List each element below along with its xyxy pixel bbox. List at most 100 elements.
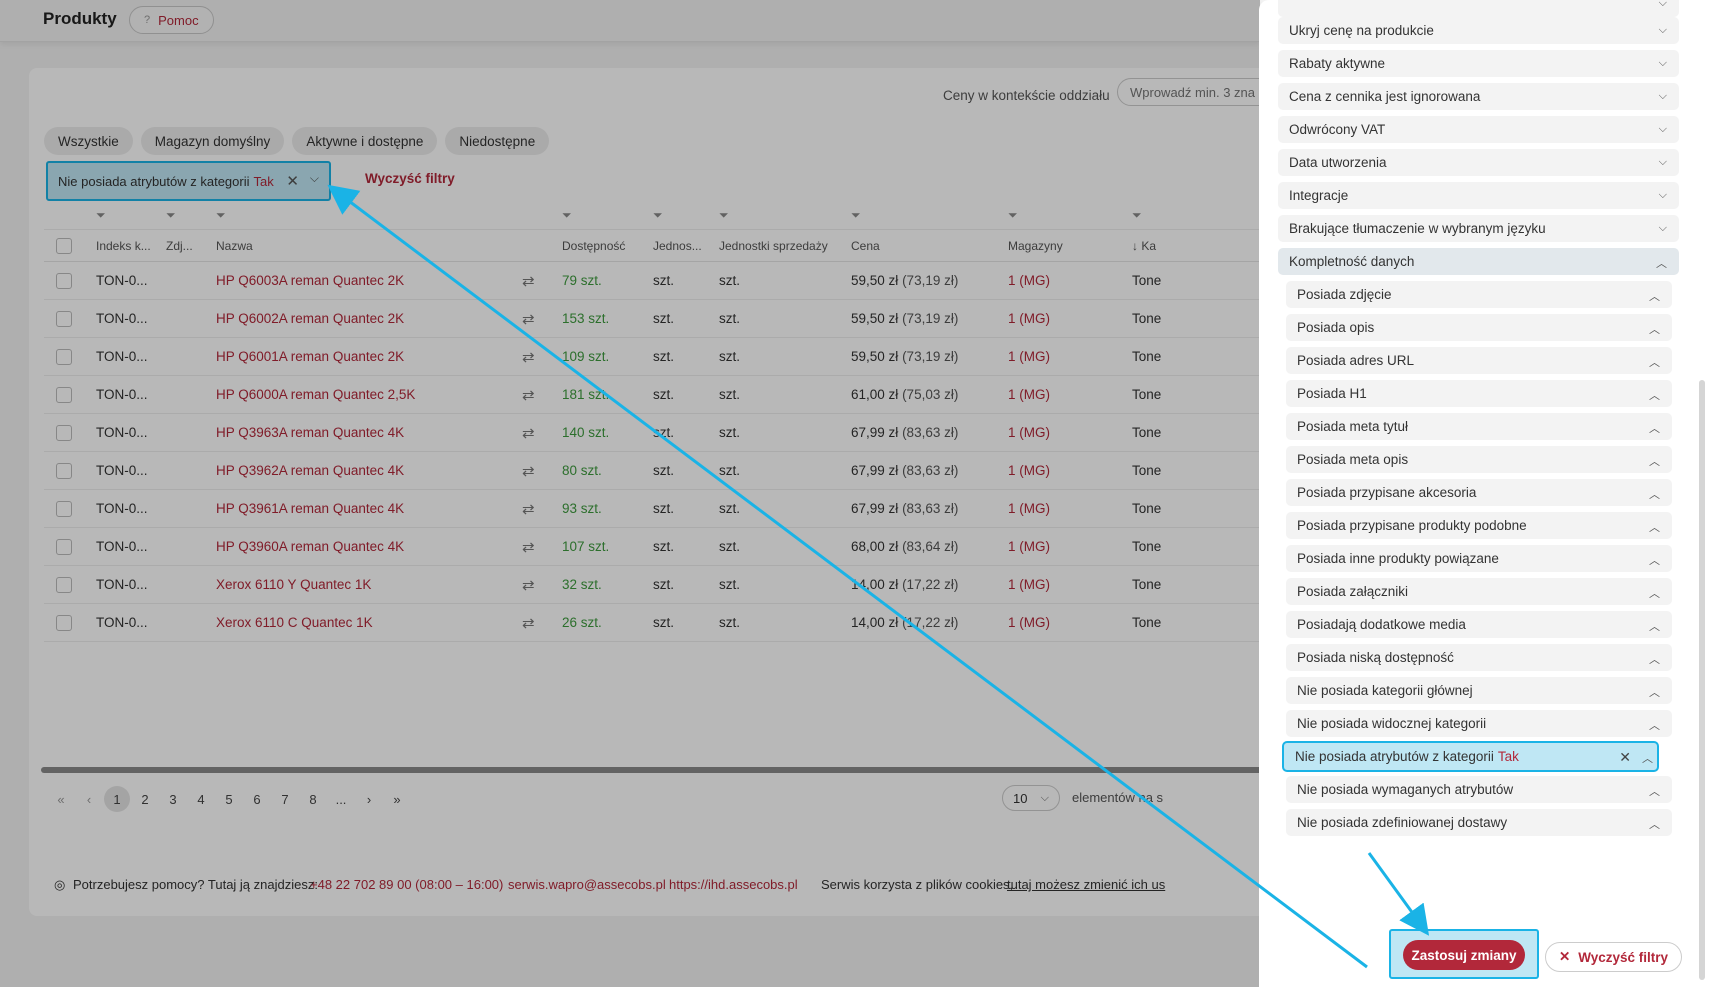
table-row[interactable]: TON-0... HP Q6002A reman Quantec 2K ⇄ 153 s… [44,300,1289,338]
column-header-name[interactable]: Nazwa [216,230,253,261]
sub-filter[interactable]: Posiada niską dostępność ︿ [1286,644,1672,671]
footer-url-link[interactable]: https://ihd.assecobs.pl [669,877,798,892]
horizontal-scrollbar[interactable] [41,767,1286,773]
footer-email-link[interactable]: serwis.wapro@assecobs.pl [508,877,666,892]
column-header-price[interactable]: Cena [851,230,880,261]
page-button[interactable]: 7 [272,786,298,812]
filter-group[interactable]: Ukryj cenę na produkcie ⌵ [1278,17,1679,44]
column-header-photo[interactable]: Zdj... [166,230,193,261]
filter-icon[interactable]: ⏷ [216,208,226,223]
sub-filter[interactable]: Posiada przypisane produkty podobne ︿ [1286,512,1672,539]
sub-filter[interactable]: Posiadają dodatkowe media ︿ [1286,611,1672,638]
swap-icon[interactable]: ⇄ [522,490,535,527]
cell-product-name-link[interactable]: HP Q6002A reman Quantec 2K [216,300,404,337]
cell-warehouses-link[interactable]: 1 (MG) [1008,300,1050,337]
page-button[interactable]: 3 [160,786,186,812]
filter-icon[interactable]: ⏷ [1132,208,1142,223]
select-all-checkbox[interactable] [56,237,72,254]
tab-active-available[interactable]: Aktywne i dostępne [292,127,438,155]
help-button[interactable]: ? Pomoc [129,6,214,34]
cell-product-name-link[interactable]: HP Q6000A reman Quantec 2,5K [216,376,415,413]
drawer-scrollbar[interactable] [1699,380,1705,980]
tab-all[interactable]: Wszystkie [44,127,133,155]
sub-filter[interactable]: Posiada załączniki ︿ [1286,578,1672,605]
filter-icon[interactable]: ⏷ [562,208,572,223]
row-checkbox[interactable] [56,272,72,289]
swap-icon[interactable]: ⇄ [522,604,535,641]
filter-icon[interactable]: ⏷ [653,208,663,223]
cell-product-name-link[interactable]: Xerox 6110 Y Quantec 1K [216,566,371,603]
tab-default-warehouse[interactable]: Magazyn domyślny [140,127,285,155]
sub-filter[interactable]: Posiada inne produkty powiązane ︿ [1286,545,1672,572]
column-header-category[interactable]: ↓ Ka [1132,230,1156,261]
cell-warehouses-link[interactable]: 1 (MG) [1008,376,1050,413]
row-checkbox[interactable] [56,614,72,631]
cell-warehouses-link[interactable]: 1 (MG) [1008,490,1050,527]
cell-product-name-link[interactable]: HP Q3963A reman Quantec 4K [216,414,404,451]
sub-filter[interactable]: Posiada zdjęcie ︿ [1286,281,1672,308]
last-page-button[interactable]: » [384,786,410,812]
chevron-down-icon[interactable]: ⌵ [310,171,319,186]
cell-product-name-link[interactable]: HP Q3962A reman Quantec 4K [216,452,404,489]
table-row[interactable]: TON-0... HP Q3961A reman Quantec 4K ⇄ 93 sz… [44,490,1289,528]
drawer-clear-filters-button[interactable]: ✕ Wyczyść filtry [1545,942,1682,972]
cell-product-name-link[interactable]: HP Q6003A reman Quantec 2K [216,262,404,299]
swap-icon[interactable]: ⇄ [522,376,535,413]
apply-changes-button[interactable]: Zastosuj zmiany [1403,940,1525,970]
cell-product-name-link[interactable]: HP Q6001A reman Quantec 2K [216,338,404,375]
table-row[interactable]: TON-0... HP Q3962A reman Quantec 4K ⇄ 80 sz… [44,452,1289,490]
filter-group[interactable]: Odwrócony VAT ⌵ [1278,116,1679,143]
column-header-availability[interactable]: Dostępność [562,230,625,261]
column-header-index[interactable]: Indeks k... [96,230,151,261]
table-row[interactable]: TON-0... Xerox 6110 Y Quantec 1K ⇄ 32 szt. s… [44,566,1289,604]
sub-filter[interactable]: Nie posiada wymaganych atrybutów ︿ [1286,776,1672,803]
page-button[interactable]: 6 [244,786,270,812]
clear-filters-link[interactable]: Wyczyść filtry [365,171,455,186]
row-checkbox[interactable] [56,576,72,593]
cell-warehouses-link[interactable]: 1 (MG) [1008,604,1050,641]
footer-phone-link[interactable]: +48 22 702 89 00 (08:00 – 16:00) [310,877,503,892]
swap-icon[interactable]: ⇄ [522,528,535,565]
sub-filter[interactable]: Posiada meta opis ︿ [1286,446,1672,473]
row-checkbox[interactable] [56,348,72,365]
row-checkbox[interactable] [56,462,72,479]
cell-warehouses-link[interactable]: 1 (MG) [1008,566,1050,603]
tab-unavailable[interactable]: Niedostępne [445,127,550,155]
row-checkbox[interactable] [56,386,72,403]
column-header-sale-units[interactable]: Jednostki sprzedaży [719,230,828,261]
filter-icon[interactable]: ⏷ [166,208,176,223]
first-page-button[interactable]: « [48,786,74,812]
cell-warehouses-link[interactable]: 1 (MG) [1008,414,1050,451]
filter-icon[interactable]: ⏷ [851,208,861,223]
swap-icon[interactable]: ⇄ [522,452,535,489]
cell-product-name-link[interactable]: Xerox 6110 C Quantec 1K [216,604,373,641]
prev-page-button[interactable]: ‹ [76,786,102,812]
active-filter-chip[interactable]: Nie posiada atrybutów z kategorii Tak ✕ … [46,161,331,201]
column-header-warehouses[interactable]: Magazyny [1008,230,1063,261]
filter-group[interactable]: Brakujące tłumaczenie w wybranym języku ⌵ [1278,215,1679,242]
row-checkbox[interactable] [56,538,72,555]
filter-group[interactable]: Data utworzenia ⌵ [1278,149,1679,176]
per-page-select[interactable]: 10 ⌵ [1002,785,1060,811]
cell-product-name-link[interactable]: HP Q3961A reman Quantec 4K [216,490,404,527]
filter-group-data-completeness[interactable]: Kompletność danych ︿ [1278,248,1679,275]
sub-filter[interactable]: Nie posiada widocznej kategorii ︿ [1286,710,1672,737]
next-page-button[interactable]: › [356,786,382,812]
row-checkbox[interactable] [56,500,72,517]
cell-warehouses-link[interactable]: 1 (MG) [1008,262,1050,299]
cell-warehouses-link[interactable]: 1 (MG) [1008,528,1050,565]
sub-filter[interactable]: Nie posiada zdefiniowanej dostawy ︿ [1286,809,1672,836]
page-button[interactable]: 2 [132,786,158,812]
swap-icon[interactable]: ⇄ [522,338,535,375]
filter-icon[interactable]: ⏷ [719,208,729,223]
sub-filter[interactable]: Posiada opis ︿ [1286,314,1672,341]
page-button[interactable]: 5 [216,786,242,812]
filter-group[interactable]: Rabaty aktywne ⌵ [1278,50,1679,77]
page-button[interactable]: 8 [300,786,326,812]
cell-product-name-link[interactable]: HP Q3960A reman Quantec 4K [216,528,404,565]
sub-filter-selected[interactable]: Nie posiada atrybutów z kategorii Tak ✕ ︿ [1282,741,1659,772]
filter-icon[interactable]: ⏷ [1008,208,1018,223]
table-row[interactable]: TON-0... HP Q3963A reman Quantec 4K ⇄ 140 s… [44,414,1289,452]
sub-filter[interactable]: Posiada H1 ︿ [1286,380,1672,407]
swap-icon[interactable]: ⇄ [522,262,535,299]
